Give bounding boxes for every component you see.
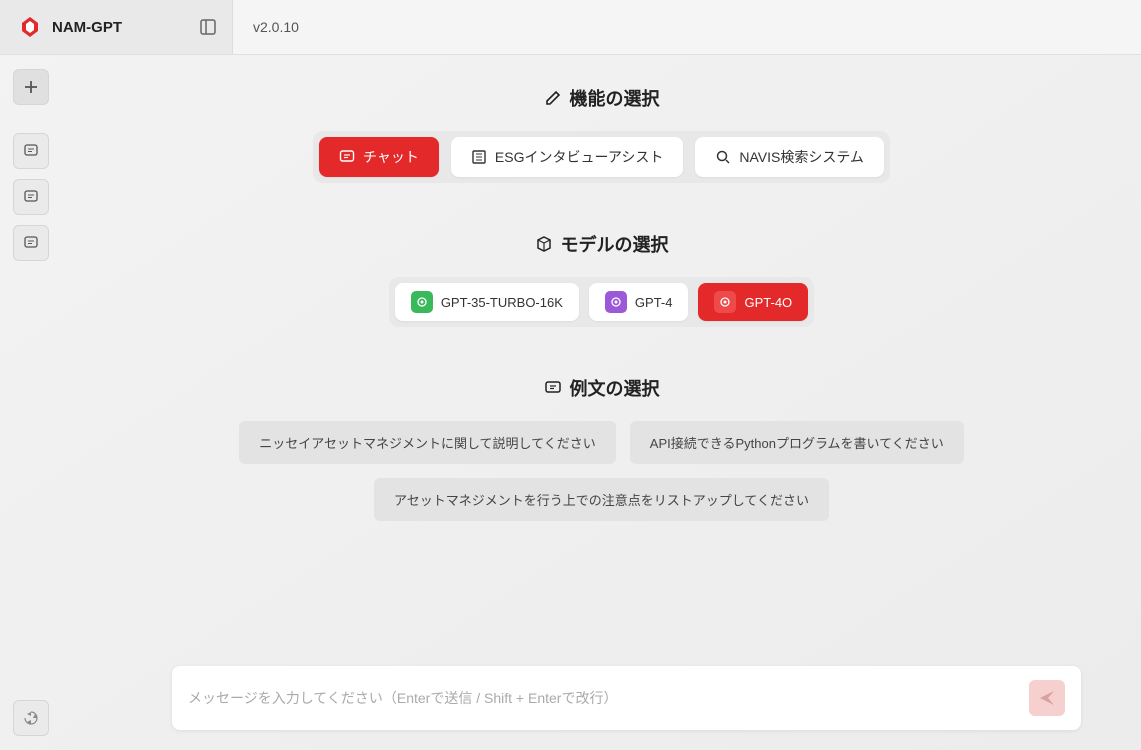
message-input-bar <box>172 666 1081 730</box>
main-content: 機能の選択 チャット <box>62 55 1141 750</box>
function-option-chat[interactable]: チャット <box>319 137 439 177</box>
cube-icon <box>535 235 553 253</box>
sidebar-toggle-button[interactable] <box>194 13 222 41</box>
recycle-button[interactable] <box>13 700 49 736</box>
model-option-label: GPT-4O <box>744 295 792 310</box>
openai-icon <box>714 291 736 313</box>
model-option-gpt4[interactable]: GPT-4 <box>589 283 689 321</box>
message-icon <box>544 379 562 397</box>
send-icon <box>1038 689 1056 707</box>
version-label: v2.0.10 <box>253 19 299 35</box>
search-icon <box>715 149 731 165</box>
function-option-label: ESGインタビューアシスト <box>495 147 663 167</box>
model-option-label: GPT-4 <box>635 295 673 310</box>
examples-section: 例文の選択 ニッセイアセットマネジメントに関して説明してください API接続でき… <box>102 375 1101 521</box>
chat-icon <box>23 189 39 205</box>
panel-icon <box>199 18 217 36</box>
function-option-label: チャット <box>363 147 419 167</box>
message-input[interactable] <box>188 690 1019 706</box>
function-options-row: チャット ESGインタビューアシスト NAV <box>313 131 890 183</box>
model-option-label: GPT-35-TURBO-16K <box>441 295 563 310</box>
example-prompt[interactable]: API接続できるPythonプログラムを書いてください <box>630 421 964 464</box>
examples-section-title: 例文の選択 <box>544 375 660 401</box>
model-option-gpt35[interactable]: GPT-35-TURBO-16K <box>395 283 579 321</box>
plus-icon <box>23 79 39 95</box>
example-prompt[interactable]: アセットマネジメントを行う上での注意点をリストアップしてください <box>374 478 829 521</box>
app-title: NAM-GPT <box>52 19 184 36</box>
model-section-title: モデルの選択 <box>535 231 669 257</box>
pencil-icon <box>544 89 562 107</box>
header-left: NAM-GPT <box>0 0 233 54</box>
sidebar-history-item[interactable] <box>13 225 49 261</box>
chat-icon <box>23 143 39 159</box>
function-title-text: 機能の選択 <box>570 85 660 111</box>
sidebar-history-item[interactable] <box>13 133 49 169</box>
app-logo-icon <box>18 15 42 39</box>
function-section-title: 機能の選択 <box>544 85 660 111</box>
recycle-icon <box>23 710 39 726</box>
sidebar-history-item[interactable] <box>13 179 49 215</box>
send-button[interactable] <box>1029 680 1065 716</box>
model-title-text: モデルの選択 <box>561 231 669 257</box>
model-selection-section: モデルの選択 GPT-35-TURBO-16K GPT-4 <box>102 231 1101 327</box>
new-chat-button[interactable] <box>13 69 49 105</box>
openai-icon <box>411 291 433 313</box>
header: NAM-GPT v2.0.10 <box>0 0 1141 55</box>
function-option-navis[interactable]: NAVIS検索システム <box>695 137 884 177</box>
function-option-label: NAVIS検索システム <box>739 147 864 167</box>
chat-icon <box>23 235 39 251</box>
model-options-row: GPT-35-TURBO-16K GPT-4 GPT-4O <box>389 277 814 327</box>
example-prompt[interactable]: ニッセイアセットマネジメントに関して説明してください <box>239 421 616 464</box>
book-icon <box>471 149 487 165</box>
examples-list: ニッセイアセットマネジメントに関して説明してください API接続できるPytho… <box>222 421 982 521</box>
model-option-gpt4o[interactable]: GPT-4O <box>698 283 808 321</box>
function-option-esg[interactable]: ESGインタビューアシスト <box>451 137 683 177</box>
openai-icon <box>605 291 627 313</box>
function-selection-section: 機能の選択 チャット <box>102 85 1101 183</box>
examples-title-text: 例文の選択 <box>570 375 660 401</box>
chat-icon <box>339 149 355 165</box>
sidebar <box>0 55 62 750</box>
